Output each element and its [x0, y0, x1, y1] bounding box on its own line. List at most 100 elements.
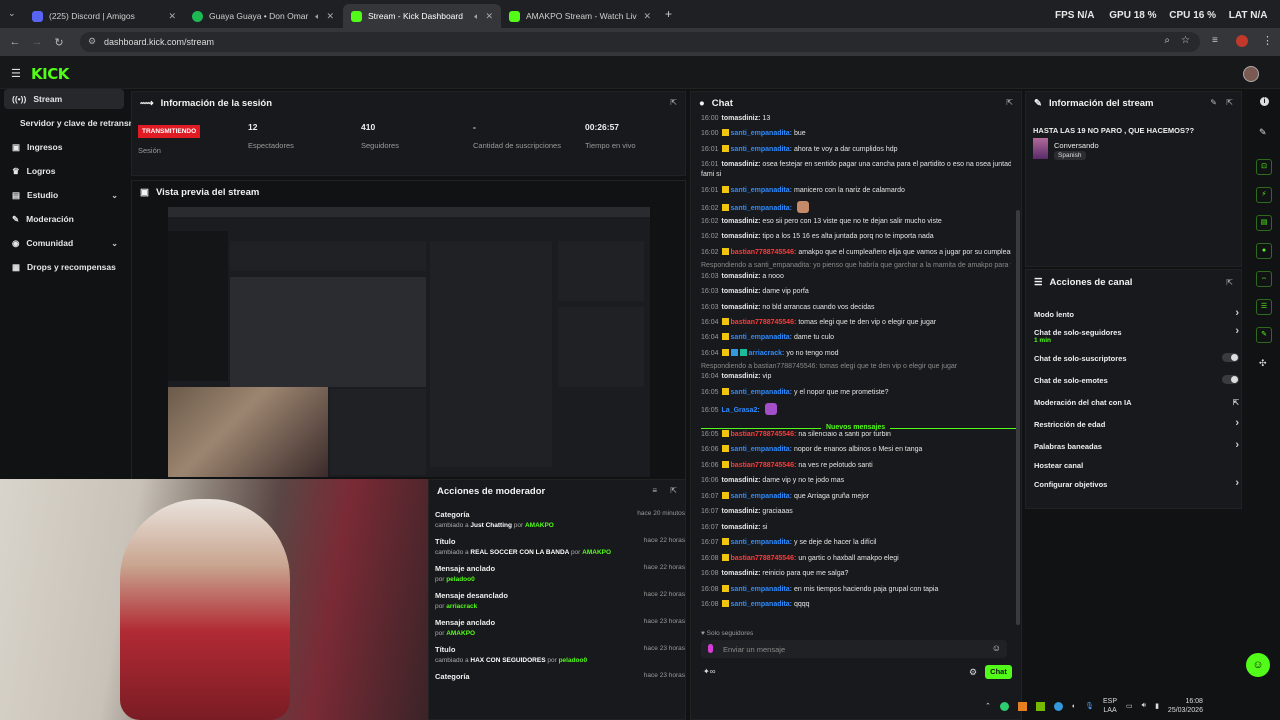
message-username[interactable]: santi_empanadita: — [731, 586, 792, 593]
chat-reply-context[interactable]: Respondiendo a bastian7788745546: tomas … — [701, 362, 1011, 371]
hamburger-menu-icon[interactable]: ☰ — [11, 67, 21, 80]
tray-nvidia-icon[interactable] — [1035, 701, 1045, 711]
rail-card-button[interactable]: ▤ — [1256, 215, 1272, 231]
tray-app-icon[interactable]: ◐ — [1072, 703, 1076, 710]
chat-message[interactable]: 16:05 bastian7788745546: na silenciaio a s… — [701, 430, 1011, 439]
message-username[interactable]: santi_empanadita: — [731, 187, 792, 194]
message-username[interactable]: bastian7788745546: — [731, 431, 797, 438]
channel-action-row[interactable]: Chat de solo-seguidores 1 min › — [1034, 325, 1239, 344]
sidebar-item-estudio[interactable]: ▤ Estudio ⌄ — [4, 185, 124, 205]
chat-scrollbar[interactable] — [1016, 210, 1020, 625]
rail-bolt-button[interactable]: ⚡︎ — [1256, 187, 1272, 203]
tab-discord[interactable]: (225) Discord | Amigos ✕ — [24, 4, 184, 28]
popout-icon[interactable]: ⇱ — [1226, 278, 1233, 287]
category-name[interactable]: Conversando — [1054, 141, 1099, 150]
message-username[interactable]: santi_empanadita: — [731, 446, 792, 453]
chat-message[interactable]: 16:08 bastian7788745546: un gartic o haxba… — [701, 554, 1011, 563]
new-messages-label[interactable]: Nuevos mensajes — [821, 424, 891, 431]
extension-icon[interactable] — [1236, 35, 1248, 47]
info-icon[interactable]: i — [1260, 97, 1269, 106]
message-username[interactable]: tomasdiniz: — [722, 477, 761, 484]
chat-input[interactable]: Enviar un mensaje ☺ — [701, 640, 1007, 658]
close-icon[interactable]: ✕ — [485, 11, 493, 22]
chat-message[interactable]: 16:06 bastian7788745546: na ves re pelotud… — [701, 461, 1011, 470]
tab-kick-dashboard[interactable]: Stream - Kick Dashboard 🔈︎ ✕ — [343, 4, 501, 28]
chevron-up-icon[interactable]: ⌃ — [985, 702, 991, 710]
chat-message[interactable]: 16:06 tomasdiniz: dame vip y no te jodo ma… — [701, 476, 1011, 485]
chat-settings-gear-icon[interactable]: ⚙︎ — [969, 667, 977, 678]
message-username[interactable]: La_Grasa2: — [722, 407, 760, 414]
message-username[interactable]: tomasdiniz: — [722, 304, 761, 311]
message-username[interactable]: bastian7788745546: — [731, 462, 797, 469]
detail-user[interactable]: AMAKPO — [525, 522, 554, 529]
chat-message[interactable]: 16:00 santi_empanadita: bue — [701, 129, 1011, 138]
chat-message[interactable]: 16:01 tomasdiniz: osea festejar en sentido… — [701, 160, 1011, 169]
forward-arrow-icon[interactable]: → — [26, 36, 48, 48]
channel-action-row[interactable]: Configurar objetivos › — [1034, 477, 1239, 489]
message-username[interactable]: tomasdiniz: — [722, 115, 761, 122]
chat-message[interactable]: 16:04 santi_empanadita: dame tu culo — [701, 333, 1011, 342]
back-arrow-icon[interactable]: ← — [4, 36, 26, 48]
chat-message[interactable]: 16:03 tomasdiniz: dame vip porfa — [701, 287, 1011, 296]
chat-message[interactable]: 16:00 tomasdiniz: 13 — [701, 114, 1011, 123]
send-chat-button[interactable]: Chat — [985, 665, 1012, 679]
close-icon[interactable]: ✕ — [326, 11, 334, 22]
close-icon[interactable]: ✕ — [643, 11, 651, 22]
message-username[interactable]: santi_empanadita: — [731, 205, 792, 212]
message-username[interactable]: tomasdiniz: — [722, 288, 761, 295]
detail-user[interactable]: peladoo0 — [446, 576, 475, 583]
chat-message[interactable]: 16:01 santi_empanadita: ahora te voy a dar… — [701, 145, 1011, 154]
toggle-switch[interactable] — [1222, 353, 1239, 362]
sidebar-item-servidor-clave[interactable]: Servidor y clave de retransn — [12, 113, 134, 133]
chat-message[interactable]: 16:07 tomasdiniz: si — [701, 523, 1011, 532]
chat-message[interactable]: 16:04 arriacrack: yo no tengo mod — [701, 349, 1011, 358]
popout-icon[interactable]: ⇱ — [670, 98, 677, 107]
channel-action-row[interactable]: Hostear canal — [1034, 461, 1239, 470]
channel-action-row[interactable]: Moderación del chat con IA ⇱ — [1034, 398, 1239, 407]
sidebar-item-drops[interactable]: ▦ Drops y recompensas — [4, 257, 124, 277]
message-username[interactable]: tomasdiniz: — [722, 508, 761, 515]
message-username[interactable]: santi_empanadita: — [731, 493, 792, 500]
emoji-icon[interactable]: ☺ — [992, 643, 1001, 653]
user-avatar[interactable] — [1243, 66, 1259, 82]
tray-orange-icon[interactable] — [1017, 701, 1027, 711]
message-username[interactable]: bastian7788745546: — [731, 555, 797, 562]
mic-icon[interactable] — [708, 644, 713, 653]
chat-message[interactable]: 16:03 tomasdiniz: a nooo — [701, 272, 1011, 281]
community-fab-button[interactable]: ☺ — [1246, 653, 1270, 677]
chat-message[interactable]: 16:06 santi_empanadita: nopor de enanos al… — [701, 445, 1011, 454]
message-username[interactable]: tomasdiniz: — [722, 218, 761, 225]
volume-icon[interactable]: 🔊︎ — [1142, 702, 1146, 710]
stream-preview-video[interactable] — [168, 207, 650, 477]
rail-drops-icon[interactable]: ✣ — [1259, 358, 1267, 369]
tab-list-chevron-icon[interactable]: ⌄ — [8, 8, 16, 19]
chat-message[interactable]: 16:04 bastian7788745546: tomas elegi que t… — [701, 318, 1011, 327]
channel-action-row[interactable]: Restricción de edad › — [1034, 417, 1239, 429]
popout-icon[interactable]: ⇱ — [1006, 98, 1013, 107]
tray-green-icon[interactable] — [999, 701, 1009, 711]
media-controls-icon[interactable]: ≡ — [1212, 35, 1218, 46]
detail-user[interactable]: peladoo0 — [559, 657, 588, 664]
message-username[interactable]: bastian7788745546: — [731, 319, 797, 326]
chat-message[interactable]: 16:02 santi_empanadita: — [701, 201, 1011, 213]
chat-message[interactable]: 16:05 santi_empanadita: y el nopor que me … — [701, 388, 1011, 397]
chat-message[interactable]: 16:01 santi_empanadita: manicero con la na… — [701, 186, 1011, 195]
url-field[interactable]: ⚙︎ dashboard.kick.com/stream ⌕ ☆ — [80, 32, 1200, 52]
kick-logo[interactable]: KICK — [31, 65, 69, 83]
message-username[interactable]: bastian7788745546: — [731, 249, 797, 256]
sidebar-item-moderacion[interactable]: ✎ Moderación — [4, 209, 124, 229]
edit-pencil-icon[interactable]: ✎ — [1210, 98, 1217, 107]
tray-blue-icon[interactable] — [1053, 701, 1063, 711]
chat-message[interactable]: 16:03 tomasdiniz: no bld arrancas cuando v… — [701, 303, 1011, 312]
input-language[interactable]: ESP LAA — [1103, 697, 1117, 715]
chat-message[interactable]: 16:05 La_Grasa2: — [701, 403, 1011, 415]
message-username[interactable]: santi_empanadita: — [731, 146, 792, 153]
edit-icon[interactable]: ✎ — [1259, 127, 1267, 138]
speaker-icon[interactable]: 🔈︎ — [474, 11, 479, 22]
chat-message[interactable]: 16:04 tomasdiniz: vip — [701, 372, 1011, 381]
rail-camera-button[interactable]: ⊡ — [1256, 159, 1272, 175]
message-username[interactable]: tomasdiniz: — [722, 233, 761, 240]
message-username[interactable]: tomasdiniz: — [722, 570, 761, 577]
message-username[interactable]: arriacrack: — [749, 350, 785, 357]
reload-icon[interactable]: ↻ — [48, 36, 70, 49]
